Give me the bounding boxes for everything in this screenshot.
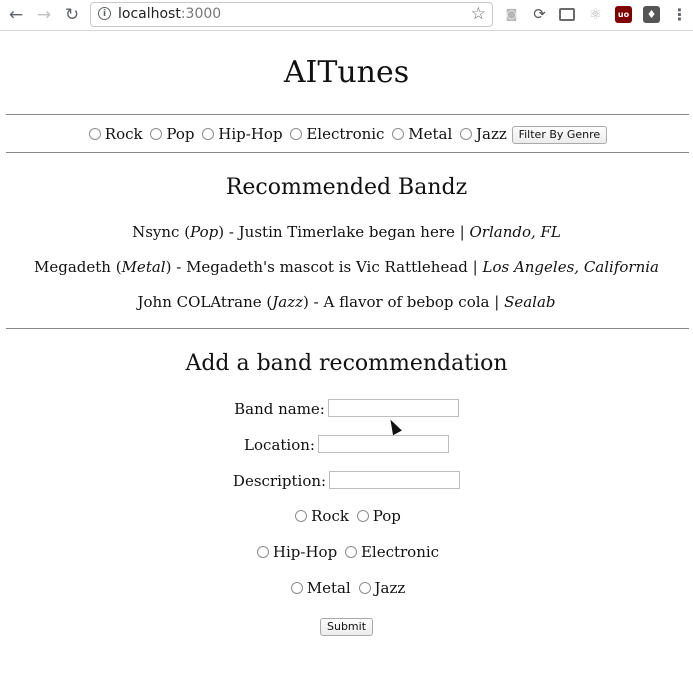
- filter-label-electronic: Electronic: [306, 125, 385, 143]
- add-band-heading: Add a band recommendation: [185, 351, 508, 376]
- recommended-heading: Recommended Bandz: [225, 175, 468, 200]
- genre-filter-bar: Rock Pop Hip-Hop Electronic Metal Jazz F…: [0, 124, 693, 144]
- band-genre: Pop: [190, 223, 219, 241]
- band-location: Orlando, FL: [469, 223, 561, 241]
- bulb-icon[interactable]: ♦: [643, 6, 660, 23]
- filter-radio-jazz[interactable]: [460, 128, 473, 140]
- divider: [6, 152, 689, 153]
- location-label: Location:: [244, 436, 315, 454]
- genre-label-electronic: Electronic: [360, 543, 440, 561]
- band-name: Megadeth: [34, 258, 111, 276]
- back-icon[interactable]: ←: [6, 5, 26, 25]
- submit-row: Submit: [0, 617, 693, 636]
- filter-label-hip-hop: Hip-Hop: [218, 125, 283, 143]
- genre-label-pop: Pop: [372, 507, 401, 525]
- band-description: A flavor of bebop cola: [323, 293, 490, 311]
- url-port: :3000: [180, 6, 222, 22]
- genre-label-hip-hop: Hip-Hop: [272, 543, 338, 561]
- bookmark-star-icon[interactable]: ☆: [471, 4, 486, 24]
- band-genre: Metal: [121, 258, 166, 276]
- genre-radio-pop[interactable]: [356, 510, 369, 522]
- address-bar[interactable]: i localhost:3000 ☆: [90, 2, 493, 27]
- ublock-icon[interactable]: uo: [615, 6, 632, 23]
- band-description: Justin Timerlake began here: [238, 223, 455, 241]
- band-genre: Jazz: [272, 293, 303, 311]
- genre-radio-rock[interactable]: [295, 510, 308, 522]
- band-name: John COLAtrane: [137, 293, 262, 311]
- band-entry: Megadeth (Metal) - Megadeth's mascot is …: [34, 258, 659, 276]
- description-row: Description:: [0, 471, 693, 490]
- filter-label-pop: Pop: [166, 125, 195, 143]
- band-entry: John COLAtrane (Jazz) - A flavor of bebo…: [137, 293, 556, 311]
- filter-radio-metal[interactable]: [392, 128, 405, 140]
- band-name-label: Band name:: [234, 400, 325, 418]
- genre-radio-hip-hop[interactable]: [256, 546, 269, 558]
- filter-radio-hip-hop[interactable]: [202, 128, 215, 140]
- genre-radio-metal[interactable]: [290, 582, 303, 594]
- sync-icon[interactable]: ⟳: [531, 6, 548, 23]
- description-input[interactable]: [329, 471, 461, 489]
- band-name-row: Band name:: [0, 399, 693, 418]
- filter-radio-electronic[interactable]: [290, 128, 303, 140]
- url-text: localhost:3000: [118, 6, 221, 22]
- camera-icon[interactable]: ◙: [503, 6, 520, 23]
- mouse-cursor: [386, 417, 402, 436]
- genre-label-jazz: Jazz: [374, 579, 406, 597]
- genre-label-metal: Metal: [306, 579, 351, 597]
- site-info-icon[interactable]: i: [98, 7, 111, 20]
- genre-radio-row: Hip-Hop Electronic: [0, 543, 693, 561]
- filter-radio-pop[interactable]: [150, 128, 163, 140]
- genre-label-rock: Rock: [311, 507, 349, 525]
- browser-toolbar: ← → ↻ i localhost:3000 ☆ ◙ ⟳ ⚛ uo ♦ ⋮: [0, 0, 693, 31]
- react-icon[interactable]: ⚛: [587, 6, 604, 23]
- location-row: Location:: [0, 435, 693, 454]
- band-location: Los Angeles, California: [482, 258, 659, 276]
- band-location: Sealab: [504, 293, 556, 311]
- band-name-input[interactable]: [327, 399, 459, 417]
- cast-icon[interactable]: [559, 8, 575, 21]
- band-name: Nsync: [132, 223, 180, 241]
- location-input[interactable]: [317, 435, 449, 453]
- url-host: localhost: [118, 6, 181, 22]
- reload-icon[interactable]: ↻: [62, 5, 82, 25]
- genre-radio-electronic[interactable]: [344, 546, 357, 558]
- forward-icon[interactable]: →: [34, 5, 54, 25]
- band-description: Megadeth's mascot is Vic Rattlehead: [186, 258, 468, 276]
- divider: [6, 328, 689, 329]
- genre-radio-row: Rock Pop: [0, 507, 693, 525]
- genre-radio-row: Metal Jazz: [0, 579, 693, 597]
- filter-label-rock: Rock: [104, 125, 143, 143]
- genre-radio-jazz[interactable]: [358, 582, 371, 594]
- browser-menu-icon[interactable]: ⋮: [671, 6, 688, 23]
- filter-label-jazz: Jazz: [476, 125, 507, 143]
- description-label: Description:: [232, 472, 327, 490]
- filter-radio-rock[interactable]: [88, 128, 101, 140]
- band-entry: Nsync (Pop) - Justin Timerlake began her…: [132, 223, 561, 241]
- app-title: AITunes: [283, 55, 410, 90]
- submit-button[interactable]: Submit: [319, 618, 374, 636]
- filter-by-genre-button[interactable]: Filter By Genre: [511, 126, 608, 144]
- divider: [6, 114, 689, 115]
- filter-label-metal: Metal: [408, 125, 453, 143]
